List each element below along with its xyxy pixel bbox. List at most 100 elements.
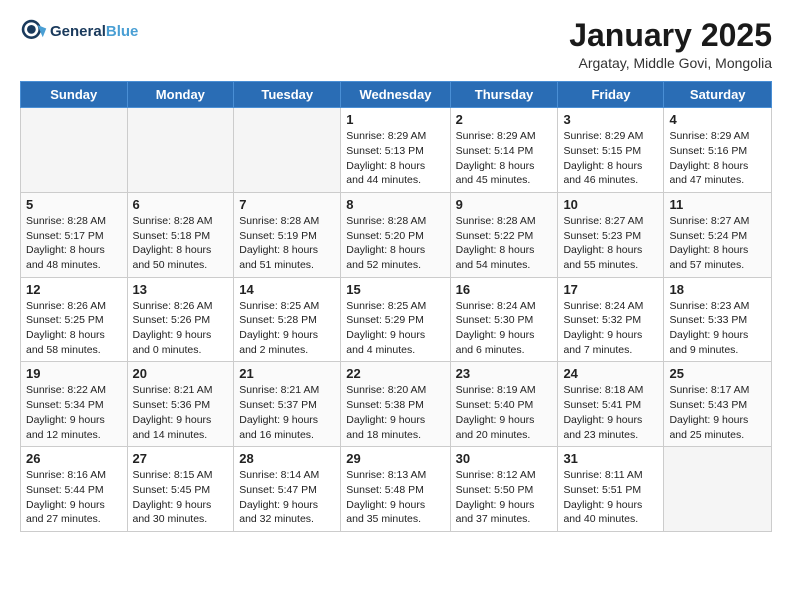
- day-cell-17: 17 Sunrise: 8:24 AM Sunset: 5:32 PM Dayli…: [558, 277, 664, 362]
- day-cell-5: 5 Sunrise: 8:28 AM Sunset: 5:17 PM Daylig…: [21, 192, 128, 277]
- day-number: 3: [563, 112, 658, 127]
- day-number: 11: [669, 197, 766, 212]
- day-info: Sunrise: 8:16 AM Sunset: 5:44 PM Dayligh…: [26, 468, 122, 527]
- day-number: 19: [26, 366, 122, 381]
- day-cell-29: 29Sunrise: 8:13 AM Sunset: 5:48 PM Dayli…: [341, 447, 450, 532]
- day-cell-15: 15 Sunrise: 8:25 AM Sunset: 5:29 PM Dayli…: [341, 277, 450, 362]
- day-number: 13: [133, 282, 229, 297]
- day-cell-11: 11 Sunrise: 8:27 AM Sunset: 5:24 PM Dayli…: [664, 192, 772, 277]
- day-number: 21: [239, 366, 335, 381]
- empty-cell: [664, 447, 772, 532]
- day-number: 16: [456, 282, 553, 297]
- day-info: Sunrise: 8:28 AM Sunset: 5:19 PM Dayligh…: [239, 214, 335, 273]
- day-number: 30: [456, 451, 553, 466]
- day-header-tuesday: Tuesday: [234, 82, 341, 108]
- week-row-1: 1 Sunrise: 8:29 AM Sunset: 5:13 PM Daylig…: [21, 108, 772, 193]
- empty-cell: [21, 108, 128, 193]
- day-cell-8: 8 Sunrise: 8:28 AM Sunset: 5:20 PM Daylig…: [341, 192, 450, 277]
- day-cell-14: 14 Sunrise: 8:25 AM Sunset: 5:28 PM Dayli…: [234, 277, 341, 362]
- day-cell-13: 13Sunrise: 8:26 AM Sunset: 5:26 PM Dayli…: [127, 277, 234, 362]
- empty-cell: [234, 108, 341, 193]
- day-cell-26: 26 Sunrise: 8:16 AM Sunset: 5:44 PM Dayli…: [21, 447, 128, 532]
- days-header-row: SundayMondayTuesdayWednesdayThursdayFrid…: [21, 82, 772, 108]
- day-info: Sunrise: 8:22 AM Sunset: 5:34 PM Dayligh…: [26, 383, 122, 442]
- day-cell-28: 28 Sunrise: 8:14 AM Sunset: 5:47 PM Dayli…: [234, 447, 341, 532]
- calendar: SundayMondayTuesdayWednesdayThursdayFrid…: [20, 81, 772, 532]
- day-cell-31: 31Sunrise: 8:11 AM Sunset: 5:51 PM Dayli…: [558, 447, 664, 532]
- day-number: 9: [456, 197, 553, 212]
- day-number: 23: [456, 366, 553, 381]
- day-info: Sunrise: 8:24 AM Sunset: 5:30 PM Dayligh…: [456, 299, 553, 358]
- day-header-saturday: Saturday: [664, 82, 772, 108]
- day-header-thursday: Thursday: [450, 82, 558, 108]
- day-info: Sunrise: 8:14 AM Sunset: 5:47 PM Dayligh…: [239, 468, 335, 527]
- day-cell-23: 23Sunrise: 8:19 AM Sunset: 5:40 PM Dayli…: [450, 362, 558, 447]
- day-header-wednesday: Wednesday: [341, 82, 450, 108]
- week-row-2: 5 Sunrise: 8:28 AM Sunset: 5:17 PM Daylig…: [21, 192, 772, 277]
- day-number: 10: [563, 197, 658, 212]
- day-info: Sunrise: 8:18 AM Sunset: 5:41 PM Dayligh…: [563, 383, 658, 442]
- day-header-sunday: Sunday: [21, 82, 128, 108]
- day-info: Sunrise: 8:25 AM Sunset: 5:29 PM Dayligh…: [346, 299, 444, 358]
- day-info: Sunrise: 8:15 AM Sunset: 5:45 PM Dayligh…: [133, 468, 229, 527]
- day-cell-2: 2 Sunrise: 8:29 AM Sunset: 5:14 PM Daylig…: [450, 108, 558, 193]
- day-number: 28: [239, 451, 335, 466]
- day-number: 27: [133, 451, 229, 466]
- day-number: 17: [563, 282, 658, 297]
- day-info: Sunrise: 8:29 AM Sunset: 5:16 PM Dayligh…: [669, 129, 766, 188]
- day-info: Sunrise: 8:27 AM Sunset: 5:24 PM Dayligh…: [669, 214, 766, 273]
- day-info: Sunrise: 8:28 AM Sunset: 5:17 PM Dayligh…: [26, 214, 122, 273]
- empty-cell: [127, 108, 234, 193]
- day-info: Sunrise: 8:29 AM Sunset: 5:14 PM Dayligh…: [456, 129, 553, 188]
- day-number: 20: [133, 366, 229, 381]
- day-number: 2: [456, 112, 553, 127]
- day-cell-10: 10Sunrise: 8:27 AM Sunset: 5:23 PM Dayli…: [558, 192, 664, 277]
- day-number: 14: [239, 282, 335, 297]
- day-number: 25: [669, 366, 766, 381]
- day-cell-12: 12Sunrise: 8:26 AM Sunset: 5:25 PM Dayli…: [21, 277, 128, 362]
- day-number: 26: [26, 451, 122, 466]
- day-info: Sunrise: 8:17 AM Sunset: 5:43 PM Dayligh…: [669, 383, 766, 442]
- day-number: 18: [669, 282, 766, 297]
- day-number: 15: [346, 282, 444, 297]
- day-info: Sunrise: 8:24 AM Sunset: 5:32 PM Dayligh…: [563, 299, 658, 358]
- logo-icon: [20, 18, 48, 46]
- day-info: Sunrise: 8:20 AM Sunset: 5:38 PM Dayligh…: [346, 383, 444, 442]
- day-number: 7: [239, 197, 335, 212]
- day-number: 4: [669, 112, 766, 127]
- subtitle: Argatay, Middle Govi, Mongolia: [569, 55, 772, 71]
- day-info: Sunrise: 8:21 AM Sunset: 5:36 PM Dayligh…: [133, 383, 229, 442]
- day-cell-6: 6Sunrise: 8:28 AM Sunset: 5:18 PM Daylig…: [127, 192, 234, 277]
- day-number: 29: [346, 451, 444, 466]
- day-cell-20: 20 Sunrise: 8:21 AM Sunset: 5:36 PM Dayli…: [127, 362, 234, 447]
- day-cell-18: 18Sunrise: 8:23 AM Sunset: 5:33 PM Dayli…: [664, 277, 772, 362]
- day-cell-21: 21Sunrise: 8:21 AM Sunset: 5:37 PM Dayli…: [234, 362, 341, 447]
- page: GeneralBlue January 2025 Argatay, Middle…: [0, 0, 792, 550]
- logo: GeneralBlue: [20, 18, 138, 46]
- header: GeneralBlue January 2025 Argatay, Middle…: [20, 18, 772, 71]
- week-row-5: 26 Sunrise: 8:16 AM Sunset: 5:44 PM Dayli…: [21, 447, 772, 532]
- day-info: Sunrise: 8:28 AM Sunset: 5:22 PM Dayligh…: [456, 214, 553, 273]
- day-cell-3: 3Sunrise: 8:29 AM Sunset: 5:15 PM Daylig…: [558, 108, 664, 193]
- day-number: 8: [346, 197, 444, 212]
- day-cell-30: 30Sunrise: 8:12 AM Sunset: 5:50 PM Dayli…: [450, 447, 558, 532]
- day-cell-27: 27 Sunrise: 8:15 AM Sunset: 5:45 PM Dayli…: [127, 447, 234, 532]
- week-row-4: 19 Sunrise: 8:22 AM Sunset: 5:34 PM Dayli…: [21, 362, 772, 447]
- day-number: 5: [26, 197, 122, 212]
- day-cell-22: 22Sunrise: 8:20 AM Sunset: 5:38 PM Dayli…: [341, 362, 450, 447]
- day-info: Sunrise: 8:29 AM Sunset: 5:13 PM Dayligh…: [346, 129, 444, 188]
- title-block: January 2025 Argatay, Middle Govi, Mongo…: [569, 18, 772, 71]
- day-info: Sunrise: 8:28 AM Sunset: 5:20 PM Dayligh…: [346, 214, 444, 273]
- day-cell-9: 9 Sunrise: 8:28 AM Sunset: 5:22 PM Daylig…: [450, 192, 558, 277]
- day-cell-24: 24 Sunrise: 8:18 AM Sunset: 5:41 PM Dayli…: [558, 362, 664, 447]
- day-number: 1: [346, 112, 444, 127]
- day-number: 24: [563, 366, 658, 381]
- day-cell-19: 19 Sunrise: 8:22 AM Sunset: 5:34 PM Dayli…: [21, 362, 128, 447]
- day-cell-16: 16 Sunrise: 8:24 AM Sunset: 5:30 PM Dayli…: [450, 277, 558, 362]
- day-cell-7: 7 Sunrise: 8:28 AM Sunset: 5:19 PM Daylig…: [234, 192, 341, 277]
- day-info: Sunrise: 8:11 AM Sunset: 5:51 PM Dayligh…: [563, 468, 658, 527]
- day-info: Sunrise: 8:26 AM Sunset: 5:25 PM Dayligh…: [26, 299, 122, 358]
- main-title: January 2025: [569, 18, 772, 53]
- day-number: 6: [133, 197, 229, 212]
- day-info: Sunrise: 8:25 AM Sunset: 5:28 PM Dayligh…: [239, 299, 335, 358]
